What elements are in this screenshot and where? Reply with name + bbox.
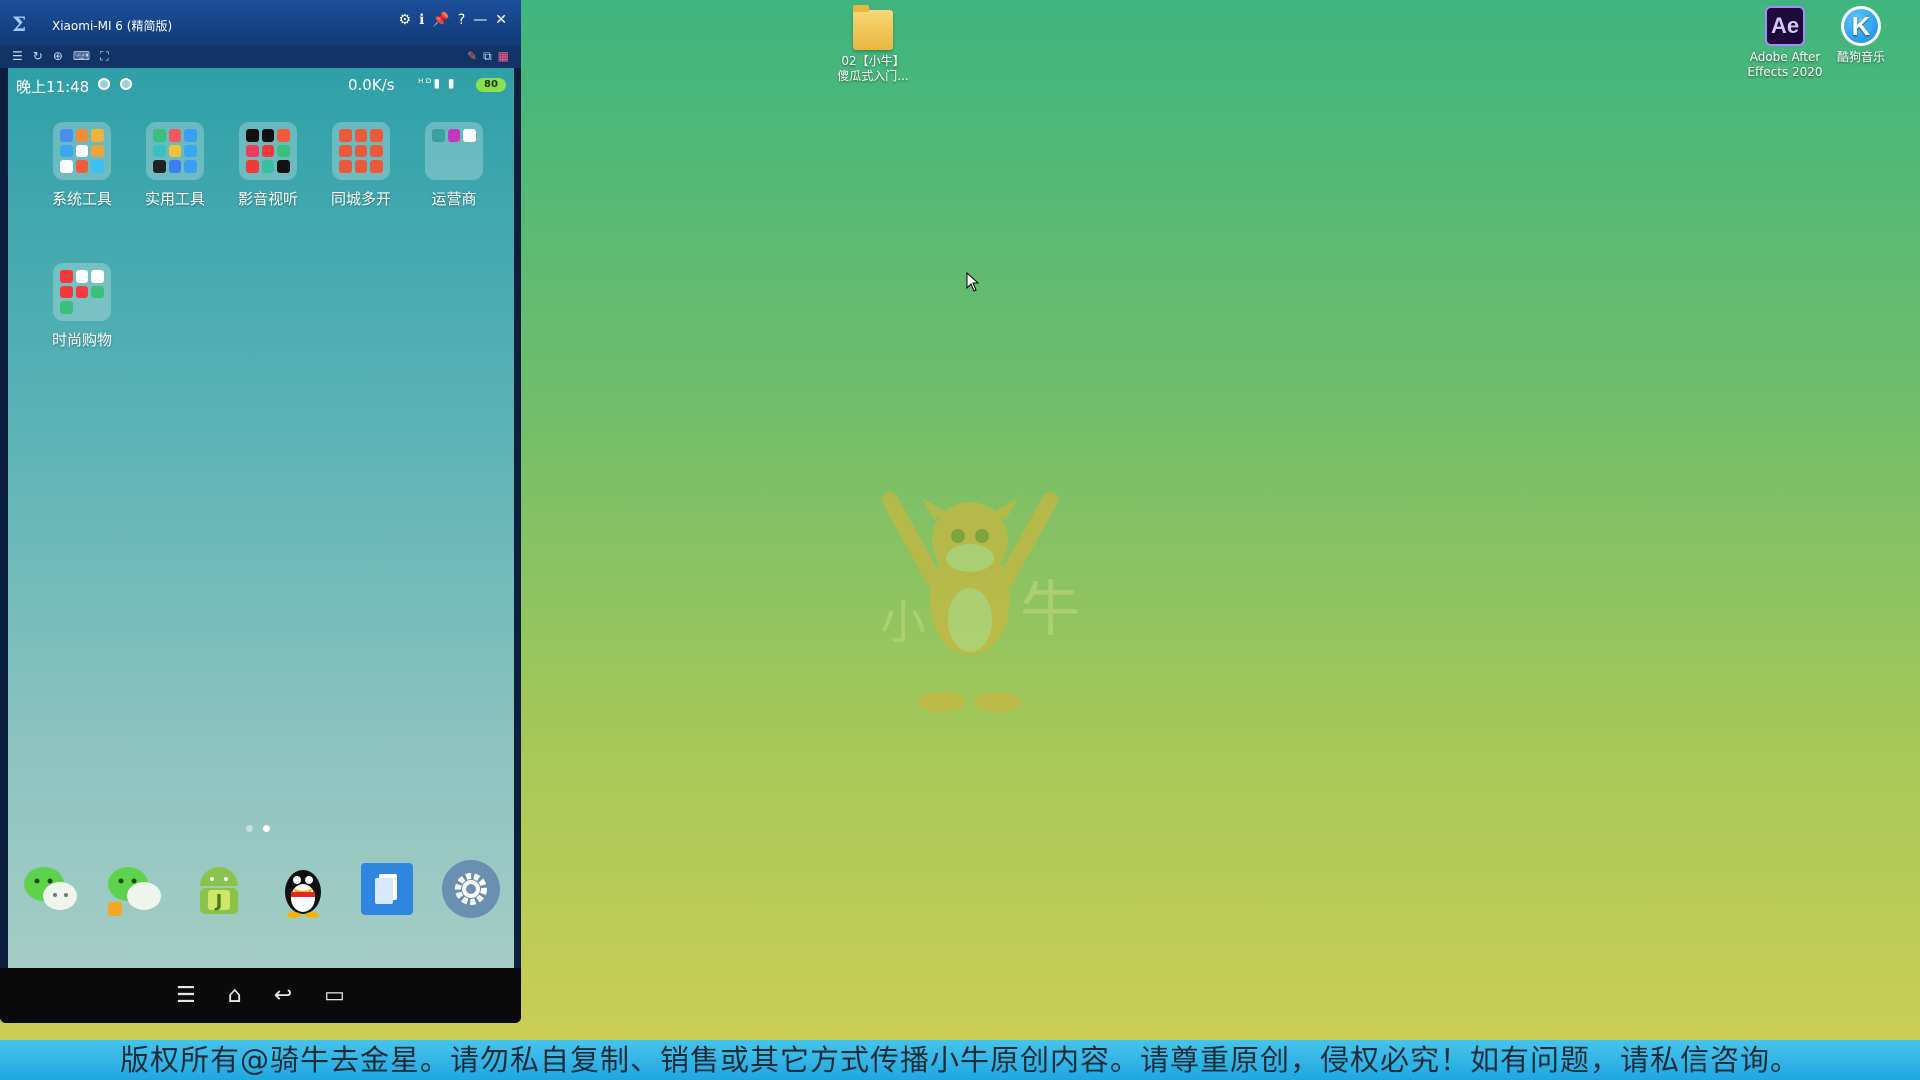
page-indicator [246, 825, 270, 832]
app-label: 同城多开 [330, 190, 391, 208]
folder-multi-open[interactable]: 同城多开 [316, 122, 406, 209]
home-button[interactable]: ⌂ [228, 983, 242, 1008]
network-speed: 0.0K/s [348, 76, 395, 94]
wechat-icon[interactable] [20, 858, 82, 920]
app-label: 实用工具 [144, 190, 205, 208]
svg-text:J: J [214, 891, 223, 912]
kugou-icon: K [1841, 6, 1881, 46]
folder-carrier[interactable]: 运营商 [409, 122, 499, 209]
menu-button[interactable]: ☰ [176, 983, 196, 1008]
mascot-char-left: 小 [880, 595, 926, 649]
copy-icon[interactable]: ⧉ [483, 49, 492, 64]
fullscreen-icon[interactable]: ⛶ [100, 49, 108, 64]
mouse-cursor-icon [966, 272, 980, 292]
desktop-icon-label: 酷狗音乐 [1836, 50, 1885, 64]
copyright-banner: 版权所有@骑牛去金星。请勿私自复制、销售或其它方式传播小牛原创内容。请尊重原创，… [0, 1040, 1920, 1080]
clock: 晚上11:48 [16, 78, 90, 96]
minimize-button[interactable]: — [473, 12, 487, 28]
phone-mirror-window[interactable]: Σ Xiaomi-MI 6 (精简版) ⚙ ℹ 📌 ? — ✕ ☰ ↻ ⊕ ⌨ … [0, 0, 521, 1023]
folder-media[interactable]: 影音视听 [223, 122, 313, 209]
desktop-icon-label: 傻瓜式入门... [837, 69, 909, 83]
info-icon[interactable]: ℹ [419, 12, 424, 28]
settings-icon[interactable] [440, 858, 502, 920]
help-icon[interactable]: ? [458, 12, 465, 28]
app-label: 运营商 [431, 190, 477, 208]
app-dock: J [8, 858, 514, 928]
app-label: 系统工具 [51, 190, 112, 208]
app-label: 影音视听 [237, 190, 298, 208]
settings-icon[interactable]: ⚙ [399, 12, 412, 28]
qq-icon[interactable] [272, 858, 334, 920]
phone-screen[interactable]: 晚上11:48 0.0K/s ᴴᴰ▮ ▮ 80 系统工具 实用工具 影音视听 同… [8, 68, 514, 968]
recents-button[interactable]: ▭ [324, 983, 345, 1008]
signal-icon: ᴴᴰ▮ ▮ [418, 76, 457, 90]
mascot-watermark: 小 牛 [880, 492, 1080, 712]
wechat-clone-icon[interactable] [104, 858, 166, 920]
folder-utility-tools-icon [146, 122, 204, 180]
menu-icon[interactable]: ☰ [12, 49, 23, 64]
folder-system-tools-icon [53, 122, 111, 180]
desktop-kugou-music[interactable]: K 酷狗音乐 [1816, 6, 1906, 65]
back-button[interactable]: ↩ [274, 983, 292, 1008]
phone-nav-bar: ☰ ⌂ ↩ ▭ [0, 968, 521, 1023]
keyboard-icon[interactable]: ⌨ [73, 49, 90, 64]
folder-media-icon [239, 122, 297, 180]
app-label: 时尚购物 [51, 331, 112, 349]
mascot-char-right: 牛 [1020, 575, 1080, 645]
after-effects-icon: Ae [1765, 6, 1805, 46]
pin-icon[interactable]: 📌 [432, 12, 449, 28]
desktop-folder[interactable]: 02【小牛】 傻瓜式入门... [828, 5, 918, 84]
folder-utility-tools[interactable]: 实用工具 [130, 122, 220, 209]
folder-multi-open-icon [332, 122, 390, 180]
zoom-icon[interactable]: ⊕ [53, 49, 63, 64]
notification-dots [98, 78, 132, 90]
window-title: Xiaomi-MI 6 (精简版) [52, 19, 173, 33]
desktop-icon-label: 02【小牛】 [841, 54, 905, 68]
folder-icon [853, 5, 893, 50]
folder-system-tools[interactable]: 系统工具 [37, 122, 127, 209]
battery-icon: 80 [476, 78, 506, 92]
close-button[interactable]: ✕ [495, 12, 507, 28]
folder-fashion-shopping[interactable]: 时尚购物 [37, 263, 127, 350]
desktop-icon-label: Effects 2020 [1747, 65, 1823, 79]
grid-icon[interactable]: ▦ [498, 49, 509, 64]
rotate-icon[interactable]: ↻ [33, 49, 43, 64]
window-title-bar[interactable]: Σ Xiaomi-MI 6 (精简版) ⚙ ℹ 📌 ? — ✕ [0, 0, 521, 46]
folder-fashion-shopping-icon [53, 263, 111, 321]
file-manager-icon[interactable] [356, 858, 418, 920]
status-bar: 晚上11:48 0.0K/s ᴴᴰ▮ ▮ 80 [8, 68, 514, 102]
android-j-icon[interactable]: J [188, 858, 250, 920]
folder-carrier-icon [425, 122, 483, 180]
app-logo-icon: Σ [12, 12, 27, 36]
edit-icon[interactable]: ✎ [467, 49, 477, 64]
window-toolbar: ☰ ↻ ⊕ ⌨ ⛶ ✎ ⧉ ▦ [0, 46, 521, 68]
